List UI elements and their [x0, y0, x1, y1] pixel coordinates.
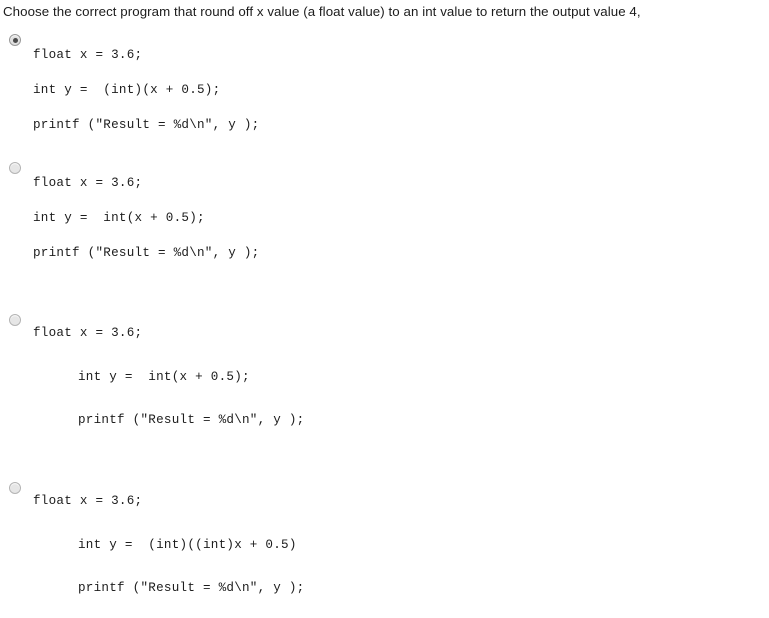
code-line: int y = int(x + 0.5);: [78, 370, 250, 384]
code-line: printf ("Result = %d\n", y );: [33, 118, 260, 132]
radio-option-d[interactable]: [9, 482, 21, 494]
code-line: printf ("Result = %d\n", y );: [33, 246, 260, 260]
code-line: printf ("Result = %d\n", y );: [78, 581, 305, 595]
code-line: float x = 3.6;: [33, 326, 143, 340]
code-line: int y = (int)(x + 0.5);: [33, 83, 221, 97]
code-line: float x = 3.6;: [33, 494, 143, 508]
code-line: printf ("Result = %d\n", y );: [78, 413, 305, 427]
radio-option-b[interactable]: [9, 162, 21, 174]
radio-option-c[interactable]: [9, 314, 21, 326]
code-line: float x = 3.6;: [33, 176, 143, 190]
radio-option-a[interactable]: [9, 34, 21, 46]
question-stem: Choose the correct program that round of…: [3, 4, 641, 19]
code-line: int y = int(x + 0.5);: [33, 211, 205, 225]
code-line: int y = (int)((int)x + 0.5): [78, 538, 297, 552]
code-line: float x = 3.6;: [33, 48, 143, 62]
